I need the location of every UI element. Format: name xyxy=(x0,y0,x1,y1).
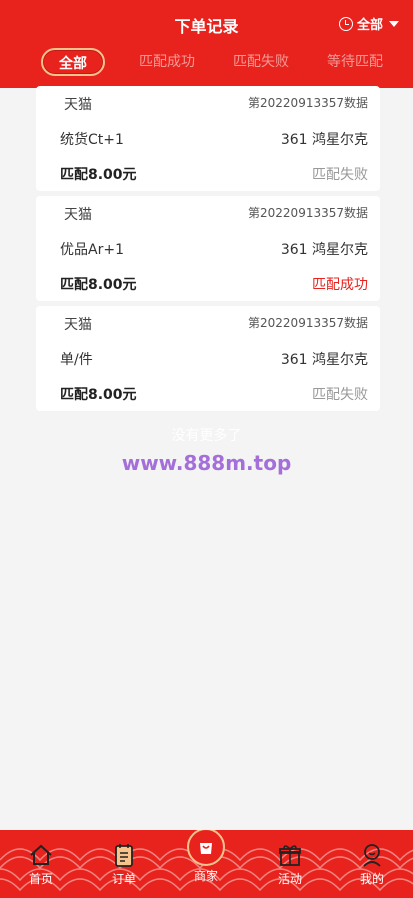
match-amount: 匹配8.00元 xyxy=(60,167,137,183)
nav-orders[interactable]: 订单 xyxy=(94,842,154,887)
tab-match-fail[interactable]: 匹配失败 xyxy=(224,48,298,76)
watermark-text: www.888m.top xyxy=(121,451,292,475)
gift-icon xyxy=(279,845,301,866)
clock-icon xyxy=(338,16,353,31)
bottom-tabbar: 首页 订单 商家 活动 我的 xyxy=(0,830,413,898)
tab-all[interactable]: 全部 xyxy=(41,48,105,76)
match-amount: 匹配8.00元 xyxy=(60,277,137,293)
merchant-name: 361 鸿星尔克 xyxy=(280,132,368,148)
order-number: 第20220913357数据 xyxy=(248,206,368,220)
nav-activity-label: 活动 xyxy=(277,872,302,886)
tab-match-success[interactable]: 匹配成功 xyxy=(130,48,204,76)
order-number: 第20220913357数据 xyxy=(248,316,368,330)
tab-pending-match[interactable]: 等待匹配 xyxy=(318,48,392,76)
shop-name: 天猫 xyxy=(64,97,92,113)
order-card[interactable]: 天猫 第20220913357数据 统货Ct+1 361 鸿星尔克 匹配8.00… xyxy=(36,86,380,191)
time-filter-dropdown[interactable]: 全部 xyxy=(338,14,399,33)
nav-orders-label: 订单 xyxy=(111,872,136,886)
order-icon xyxy=(115,844,133,867)
status-badge: 匹配成功 xyxy=(312,277,368,293)
nav-merchant[interactable]: 商家 xyxy=(186,830,226,884)
status-badge: 匹配失败 xyxy=(312,167,368,183)
merchant-name: 361 鸿星尔克 xyxy=(280,242,368,258)
match-amount: 匹配8.00元 xyxy=(60,387,137,403)
header: 下单记录 全部 全部 匹配成功 匹配失败 等待匹配 xyxy=(0,0,413,88)
shop-name: 天猫 xyxy=(64,207,92,223)
order-card[interactable]: 天猫 第20220913357数据 单/件 361 鸿星尔克 匹配8.00元 匹… xyxy=(36,306,380,411)
time-filter-label: 全部 xyxy=(356,18,383,33)
shop-name: 天猫 xyxy=(64,317,92,333)
nav-activity[interactable]: 活动 xyxy=(260,842,320,887)
merchant-name: 361 鸿星尔克 xyxy=(280,352,368,368)
user-icon xyxy=(363,844,381,867)
order-number: 第20220913357数据 xyxy=(248,96,368,110)
nav-home[interactable]: 首页 xyxy=(11,842,71,887)
nav-home-label: 首页 xyxy=(28,872,53,886)
status-badge: 匹配失败 xyxy=(312,387,368,403)
product-name: 单/件 xyxy=(60,352,93,368)
status-tabs: 全部 匹配成功 匹配失败 等待匹配 xyxy=(0,46,413,78)
product-name: 优品Ar+1 xyxy=(60,242,124,258)
nav-profile[interactable]: 我的 xyxy=(342,842,402,887)
home-icon xyxy=(30,844,52,865)
nav-profile-label: 我的 xyxy=(359,872,384,886)
order-card[interactable]: 天猫 第20220913357数据 优品Ar+1 361 鸿星尔克 匹配8.00… xyxy=(36,196,380,301)
caret-down-icon xyxy=(389,20,399,27)
product-name: 统货Ct+1 xyxy=(60,132,124,148)
shopping-bag-icon xyxy=(187,830,225,866)
nav-merchant-label: 商家 xyxy=(193,869,218,883)
list-end-text: 没有更多了 xyxy=(171,428,242,444)
